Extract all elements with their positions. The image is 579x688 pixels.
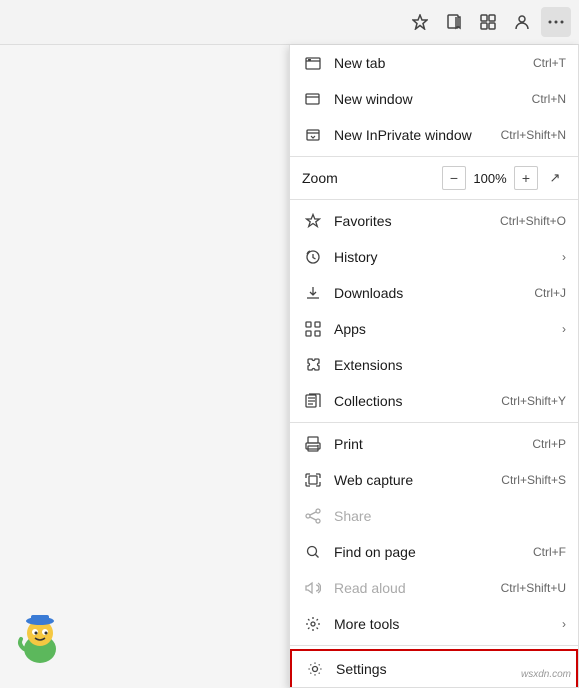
profile-button[interactable]	[507, 7, 537, 37]
menu-item-new-window[interactable]: New window Ctrl+N	[290, 81, 578, 117]
watermark: wsxdn.com	[521, 669, 571, 680]
apps-icon	[302, 318, 324, 340]
new-window-icon	[302, 88, 324, 110]
share-icon	[302, 505, 324, 527]
share-label: Share	[334, 508, 566, 524]
read-aloud-shortcut: Ctrl+Shift+U	[501, 581, 566, 595]
find-icon	[302, 541, 324, 563]
menu-item-read-aloud: Read aloud Ctrl+Shift+U	[290, 570, 578, 606]
collections-icon	[302, 390, 324, 412]
new-inprivate-label: New InPrivate window	[334, 127, 493, 143]
menu-item-extensions[interactable]: Extensions	[290, 347, 578, 383]
find-on-page-shortcut: Ctrl+F	[533, 545, 566, 559]
read-aloud-icon	[302, 577, 324, 599]
menu-item-downloads[interactable]: Downloads Ctrl+J	[290, 275, 578, 311]
menu-item-apps[interactable]: Apps ›	[290, 311, 578, 347]
divider-3	[290, 422, 578, 423]
more-tools-icon	[302, 613, 324, 635]
toolbar-icons	[405, 7, 571, 37]
collections-label: Collections	[334, 393, 493, 409]
appuals-logo	[10, 608, 70, 668]
web-capture-icon	[302, 469, 324, 491]
more-tools-arrow: ›	[562, 617, 566, 631]
web-capture-label: Web capture	[334, 472, 493, 488]
menu-item-collections[interactable]: Collections Ctrl+Shift+Y	[290, 383, 578, 419]
page-content	[0, 45, 289, 688]
history-label: History	[334, 249, 558, 265]
menu-item-new-tab[interactable]: New tab Ctrl+T	[290, 45, 578, 81]
settings-icon	[304, 658, 326, 680]
print-shortcut: Ctrl+P	[532, 437, 566, 451]
favorites-shortcut: Ctrl+Shift+O	[500, 214, 566, 228]
menu-item-share: Share	[290, 498, 578, 534]
menu-item-history[interactable]: History ›	[290, 239, 578, 275]
menu-item-more-tools[interactable]: More tools ›	[290, 606, 578, 642]
new-inprivate-icon	[302, 124, 324, 146]
collections-toolbar-button[interactable]	[473, 7, 503, 37]
history-icon	[302, 246, 324, 268]
favorites-icon	[302, 210, 324, 232]
extensions-icon	[302, 354, 324, 376]
apps-arrow: ›	[562, 322, 566, 336]
favorites-button[interactable]	[405, 7, 435, 37]
new-tab-label: New tab	[334, 55, 525, 71]
zoom-value: 100%	[472, 171, 508, 186]
new-tab-shortcut: Ctrl+T	[533, 56, 566, 70]
menu-item-find-on-page[interactable]: Find on page Ctrl+F	[290, 534, 578, 570]
apps-label: Apps	[334, 321, 558, 337]
menu-item-favorites[interactable]: Favorites Ctrl+Shift+O	[290, 203, 578, 239]
downloads-label: Downloads	[334, 285, 526, 301]
new-inprivate-shortcut: Ctrl+Shift+N	[501, 128, 566, 142]
new-window-label: New window	[334, 91, 524, 107]
zoom-decrease-button[interactable]: −	[442, 166, 466, 190]
zoom-expand-button[interactable]: ↗	[544, 167, 566, 189]
reading-list-button[interactable]	[439, 7, 469, 37]
print-label: Print	[334, 436, 524, 452]
new-window-shortcut: Ctrl+N	[532, 92, 566, 106]
read-aloud-label: Read aloud	[334, 580, 493, 596]
menu-item-web-capture[interactable]: Web capture Ctrl+Shift+S	[290, 462, 578, 498]
more-tools-label: More tools	[334, 616, 558, 632]
menu-item-print[interactable]: Print Ctrl+P	[290, 426, 578, 462]
zoom-controls: − 100% + ↗	[442, 166, 566, 190]
more-button[interactable]	[541, 7, 571, 37]
collections-shortcut: Ctrl+Shift+Y	[501, 394, 566, 408]
divider-2	[290, 199, 578, 200]
extensions-label: Extensions	[334, 357, 566, 373]
find-on-page-label: Find on page	[334, 544, 525, 560]
context-menu: New tab Ctrl+T New window Ctrl+N New InP…	[289, 45, 579, 688]
zoom-label: Zoom	[302, 170, 442, 186]
divider-4	[290, 645, 578, 646]
downloads-icon	[302, 282, 324, 304]
zoom-row: Zoom − 100% + ↗	[290, 160, 578, 196]
print-icon	[302, 433, 324, 455]
web-capture-shortcut: Ctrl+Shift+S	[501, 473, 566, 487]
favorites-label: Favorites	[334, 213, 492, 229]
divider-1	[290, 156, 578, 157]
new-tab-icon	[302, 52, 324, 74]
browser-toolbar	[0, 0, 579, 45]
downloads-shortcut: Ctrl+J	[534, 286, 566, 300]
zoom-increase-button[interactable]: +	[514, 166, 538, 190]
history-arrow: ›	[562, 250, 566, 264]
menu-item-new-inprivate[interactable]: New InPrivate window Ctrl+Shift+N	[290, 117, 578, 153]
